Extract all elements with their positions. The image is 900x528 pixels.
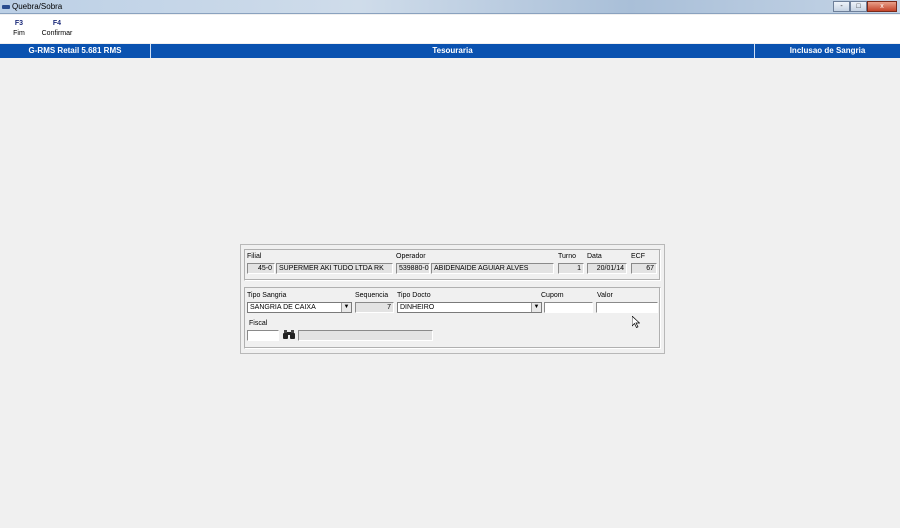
fim-button[interactable]: F3 Fim [10,20,28,37]
ecf-field: 67 [631,263,657,274]
binoculars-icon[interactable] [283,330,295,342]
filial-code-field: 45-0 [247,263,275,274]
app-icon [2,5,10,9]
toolbar: F3 Fim F4 Confirmar [0,15,900,43]
window-title: Quebra/Sobra [12,2,63,11]
fiscal-label: Fiscal [249,320,268,327]
operador-name-field: ABIDENAIDE AGUIAR ALVES [431,263,554,274]
confirmar-key: F4 [52,20,62,27]
cupom-label: Cupom [541,292,564,299]
tipo-sangria-select[interactable]: SANGRIA DE CAIXA ▼ [247,302,352,313]
operador-label: Operador [396,253,426,260]
tipo-sangria-label: Tipo Sangria [247,292,287,299]
fiscal-input[interactable] [247,330,279,341]
window-controls: - □ x [833,1,897,12]
sangria-form: Filial 45-0 SUPERMER AKI TUDO LTDA RK Op… [240,244,665,354]
title-bar: Quebra/Sobra - □ x [0,0,900,14]
tipo-docto-value: DINHEIRO [400,304,435,311]
fim-label: Fim [13,30,25,37]
close-button[interactable]: x [867,1,897,12]
confirmar-label: Confirmar [41,30,73,37]
maximize-button[interactable]: □ [850,1,867,12]
filial-name-field: SUPERMER AKI TUDO LTDA RK [276,263,393,274]
ecf-label: ECF [631,253,645,260]
valor-input[interactable] [596,302,658,313]
fiscal-description-field [298,330,433,341]
turno-field: 1 [558,263,584,274]
operador-code-field: 539880-0 [396,263,430,274]
tipo-sangria-value: SANGRIA DE CAIXA [250,304,316,311]
turno-label: Turno [558,253,577,260]
chevron-down-icon[interactable]: ▼ [341,303,351,312]
tipo-docto-select[interactable]: DINHEIRO ▼ [397,302,542,313]
chevron-down-icon[interactable]: ▼ [531,303,541,312]
cupom-input[interactable] [544,302,593,313]
sequencia-field: 7 [355,302,394,313]
tipo-docto-label: Tipo Docto [397,292,431,299]
valor-label: Valor [597,292,613,299]
data-label: Data [587,253,602,260]
header-strip: G-RMS Retail 5.681 RMS Tesouraria Inclus… [0,44,900,58]
mouse-cursor-icon [632,316,640,328]
sequencia-label: Sequencia [355,292,389,299]
screen-name: Inclusao de Sangria [789,46,866,55]
filial-label: Filial [247,253,262,260]
confirmar-button[interactable]: F4 Confirmar [39,20,75,37]
data-field: 20/01/14 [587,263,627,274]
cashier-info-group: Filial 45-0 SUPERMER AKI TUDO LTDA RK Op… [244,249,661,281]
minimize-button[interactable]: - [833,1,850,12]
sangria-entry-group: Tipo Sangria SANGRIA DE CAIXA ▼ Sequenci… [244,287,661,349]
module-name: Tesouraria [432,46,473,55]
system-name: G-RMS Retail 5.681 RMS [28,46,122,55]
fim-key: F3 [14,20,24,27]
